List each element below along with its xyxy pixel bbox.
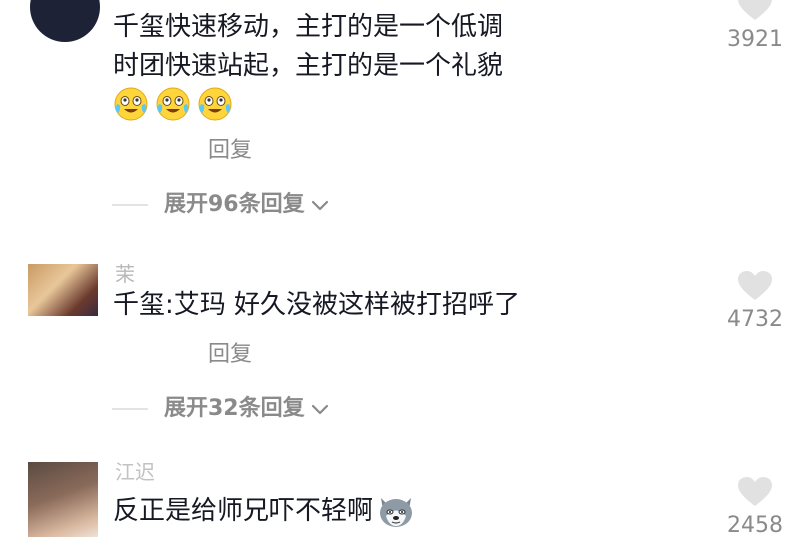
expand-replies-button[interactable]: 展开32条回复 bbox=[112, 394, 331, 424]
comment-text: 反正是给师兄吓不轻啊 bbox=[113, 488, 415, 534]
heart-icon bbox=[738, 271, 772, 300]
like-count: 3921 bbox=[727, 27, 783, 52]
comment-item: 茉 千玺:艾玛 好久没被这样被打招呼了 回复 展开32条回复 4732 bbox=[0, 240, 800, 450]
chevron-down-icon bbox=[311, 404, 328, 415]
username[interactable]: 江迟 bbox=[115, 460, 155, 484]
like-button[interactable]: 2458 bbox=[710, 476, 800, 540]
chevron-down-icon bbox=[311, 200, 328, 211]
crying-laughing-emoji-icon bbox=[114, 87, 148, 121]
divider-line bbox=[112, 408, 148, 410]
husky-dog-emoji-icon bbox=[380, 498, 413, 527]
comment-text-content: 反正是给师兄吓不轻啊 bbox=[113, 496, 374, 526]
crying-laughing-emoji-icon bbox=[156, 87, 190, 121]
crying-laughing-emoji-icon bbox=[198, 87, 232, 121]
comment-item: 江迟 反正是给师兄吓不轻啊 2458 bbox=[0, 450, 800, 540]
avatar[interactable] bbox=[30, 0, 100, 42]
reply-button[interactable]: 回复 bbox=[208, 136, 252, 166]
comment-text: 千玺:艾玛 好久没被这样被打招呼了 bbox=[113, 290, 521, 320]
expand-replies-label: 展开96条回复 bbox=[164, 192, 305, 217]
comment-text-line-2: 时团快速站起，主打的是一个礼貌 bbox=[113, 51, 504, 81]
emoji-row bbox=[113, 86, 233, 124]
comment-item: 千玺快速移动，主打的是一个低调 时团快速站起，主打的是一个礼貌 回复 展开96条… bbox=[0, 0, 800, 240]
like-button[interactable]: 4732 bbox=[710, 270, 800, 334]
like-count: 4732 bbox=[727, 307, 783, 332]
heart-icon bbox=[738, 0, 772, 20]
like-button[interactable]: 3921 bbox=[710, 0, 800, 54]
expand-replies-label: 展开32条回复 bbox=[164, 396, 305, 421]
heart-icon bbox=[738, 477, 772, 506]
avatar[interactable] bbox=[28, 264, 98, 316]
divider-line bbox=[112, 204, 148, 206]
expand-replies-button[interactable]: 展开96条回复 bbox=[112, 190, 331, 220]
like-count: 2458 bbox=[727, 513, 783, 538]
reply-button[interactable]: 回复 bbox=[208, 340, 252, 370]
avatar[interactable] bbox=[28, 462, 98, 537]
